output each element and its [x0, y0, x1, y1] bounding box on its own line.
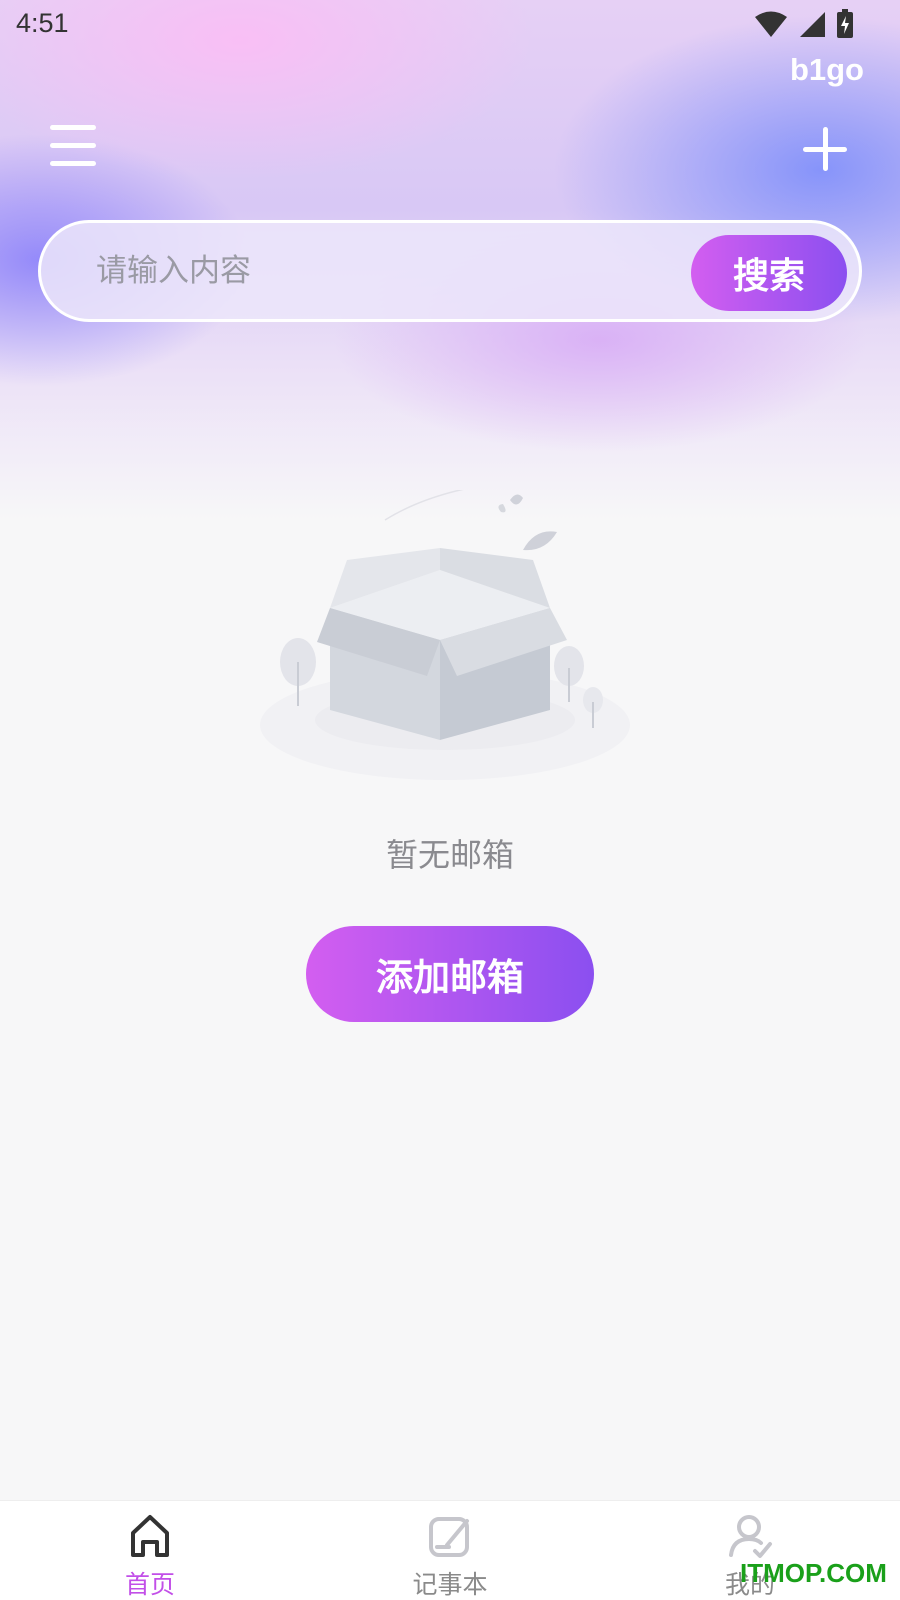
menu-icon-line [50, 161, 96, 166]
signal-icon [800, 12, 825, 37]
menu-icon-line [50, 143, 96, 148]
status-icons [754, 9, 854, 39]
home-icon [131, 1515, 169, 1557]
tab-home-label: 首页 [124, 1570, 175, 1599]
tab-home[interactable]: 首页 [50, 1501, 250, 1600]
menu-icon [50, 125, 96, 130]
add-mailbox-button[interactable]: 添加邮箱 [306, 926, 594, 1022]
notebook-icon [429, 1517, 469, 1557]
app-tag: b1go [789, 52, 864, 87]
status-time: 4:51 [16, 8, 69, 38]
wifi-icon [755, 11, 787, 37]
empty-state-message: 暂无邮箱 [385, 836, 514, 874]
empty-box-illustration [260, 490, 630, 780]
battery-charging-icon [837, 9, 853, 38]
search-button[interactable]: 搜索 [691, 235, 847, 311]
profile-icon [729, 1515, 772, 1558]
status-bar: 4:51 [0, 0, 900, 50]
tab-notebook[interactable]: 记事本 [350, 1501, 550, 1600]
watermark: ITMOP.COM [740, 1558, 887, 1588]
search-bar: 搜索 [38, 220, 862, 322]
menu-button[interactable] [46, 122, 100, 170]
tab-notebook-label: 记事本 [412, 1570, 488, 1599]
add-icon-button[interactable] [800, 124, 850, 174]
search-input[interactable] [96, 243, 656, 299]
